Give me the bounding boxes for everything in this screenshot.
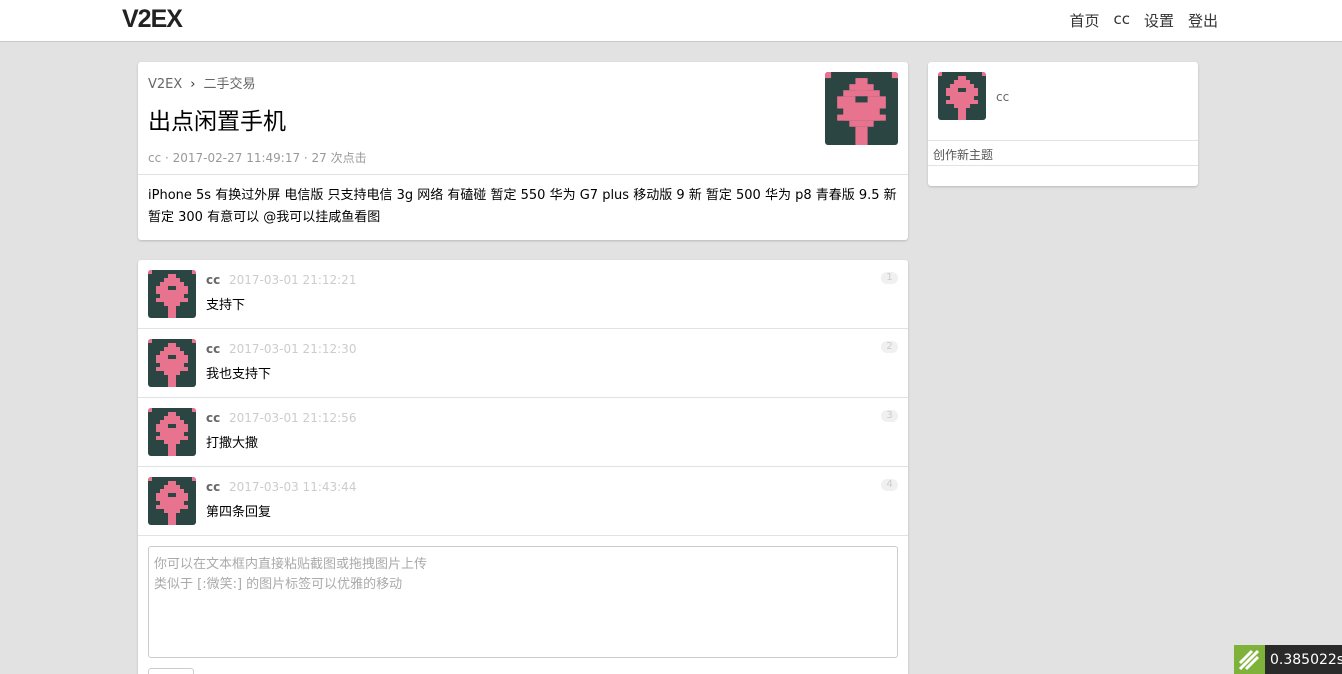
topic-meta: cc · 2017-02-27 11:49:17 · 27 次点击 [148, 151, 367, 165]
breadcrumb-node-link[interactable]: 二手交易 [204, 77, 256, 92]
reply-item: cc 2017-03-01 21:12:21 支持下 1 [138, 260, 908, 329]
reply-textarea[interactable] [148, 546, 898, 658]
topic-content: iPhone 5s 有换过外屏 电信版 只支持电信 3g 网络 有磕碰 暂定 5… [148, 188, 897, 225]
identicon-icon [825, 72, 898, 145]
render-time: 0.385022s [1270, 652, 1342, 668]
site-logo[interactable]: V2EX [122, 5, 183, 34]
topic-title: 出点闲置手机 [148, 109, 286, 135]
reply-text: 支持下 [206, 298, 246, 313]
reply-avatar[interactable] [148, 339, 196, 387]
identicon-icon [148, 339, 196, 387]
new-topic-link[interactable]: 创作新主题 [933, 146, 993, 163]
reply-item: cc 2017-03-03 11:43:44 第四条回复 4 [138, 467, 908, 536]
reply-author-link[interactable]: cc [206, 411, 220, 425]
reply-time: 2017-03-01 21:12:56 [229, 411, 357, 425]
divider [928, 140, 1198, 141]
reply-time: 2017-03-03 11:43:44 [229, 480, 357, 494]
reply-time: 2017-03-01 21:12:21 [229, 273, 357, 287]
nav-user-link[interactable]: cc [1113, 10, 1130, 31]
reply-submit-button[interactable] [148, 668, 194, 674]
reply-floor-badge: 2 [881, 341, 898, 353]
topic-author-avatar[interactable] [825, 72, 898, 145]
identicon-icon [938, 72, 986, 120]
sidebar-username-link[interactable]: cc [996, 90, 1009, 104]
replies-box: cc 2017-03-01 21:12:21 支持下 1 cc 2017-03-… [138, 260, 908, 674]
divider [928, 165, 1198, 166]
top-nav-bar: V2EX 首页 cc 设置 登出 [0, 0, 1342, 42]
reply-item: cc 2017-03-01 21:12:56 打撒大撒 3 [138, 398, 908, 467]
top-nav-links: 首页 cc 设置 登出 [1069, 10, 1218, 31]
reply-time: 2017-03-01 21:12:30 [229, 342, 357, 356]
reply-item: cc 2017-03-01 21:12:30 我也支持下 2 [138, 329, 908, 398]
reply-floor-badge: 3 [881, 410, 898, 422]
reply-author-link[interactable]: cc [206, 342, 220, 356]
breadcrumb-separator: › [190, 77, 196, 92]
breadcrumb-home-link[interactable]: V2EX [148, 77, 182, 92]
reply-author-link[interactable]: cc [206, 273, 220, 287]
reply-text: 第四条回复 [206, 505, 272, 520]
topic-box: V2EX › 二手交易 出点闲置手机 cc · 2017-02-27 11:49:1… [138, 62, 908, 240]
nav-settings-link[interactable]: 设置 [1144, 10, 1174, 31]
identicon-icon [148, 408, 196, 456]
nav-home-link[interactable]: 首页 [1069, 10, 1099, 31]
nav-logout-link[interactable]: 登出 [1188, 10, 1218, 31]
leaf-icon [1234, 645, 1265, 674]
sidebar-avatar[interactable] [938, 72, 986, 120]
reply-author-link[interactable]: cc [206, 480, 220, 494]
reply-floor-badge: 1 [881, 272, 898, 284]
breadcrumb: V2EX › 二手交易 [148, 73, 256, 92]
reply-text: 我也支持下 [206, 367, 272, 382]
identicon-icon [148, 477, 196, 525]
divider [138, 174, 908, 175]
reply-text: 打撒大撒 [206, 436, 259, 451]
reply-avatar[interactable] [148, 270, 196, 318]
reply-floor-badge: 4 [881, 479, 898, 491]
identicon-icon [148, 270, 196, 318]
render-timer-badge: 0.385022s [1234, 645, 1342, 674]
reply-avatar[interactable] [148, 477, 196, 525]
reply-avatar[interactable] [148, 408, 196, 456]
sidebar-user-box: cc 创作新主题 [928, 62, 1198, 186]
